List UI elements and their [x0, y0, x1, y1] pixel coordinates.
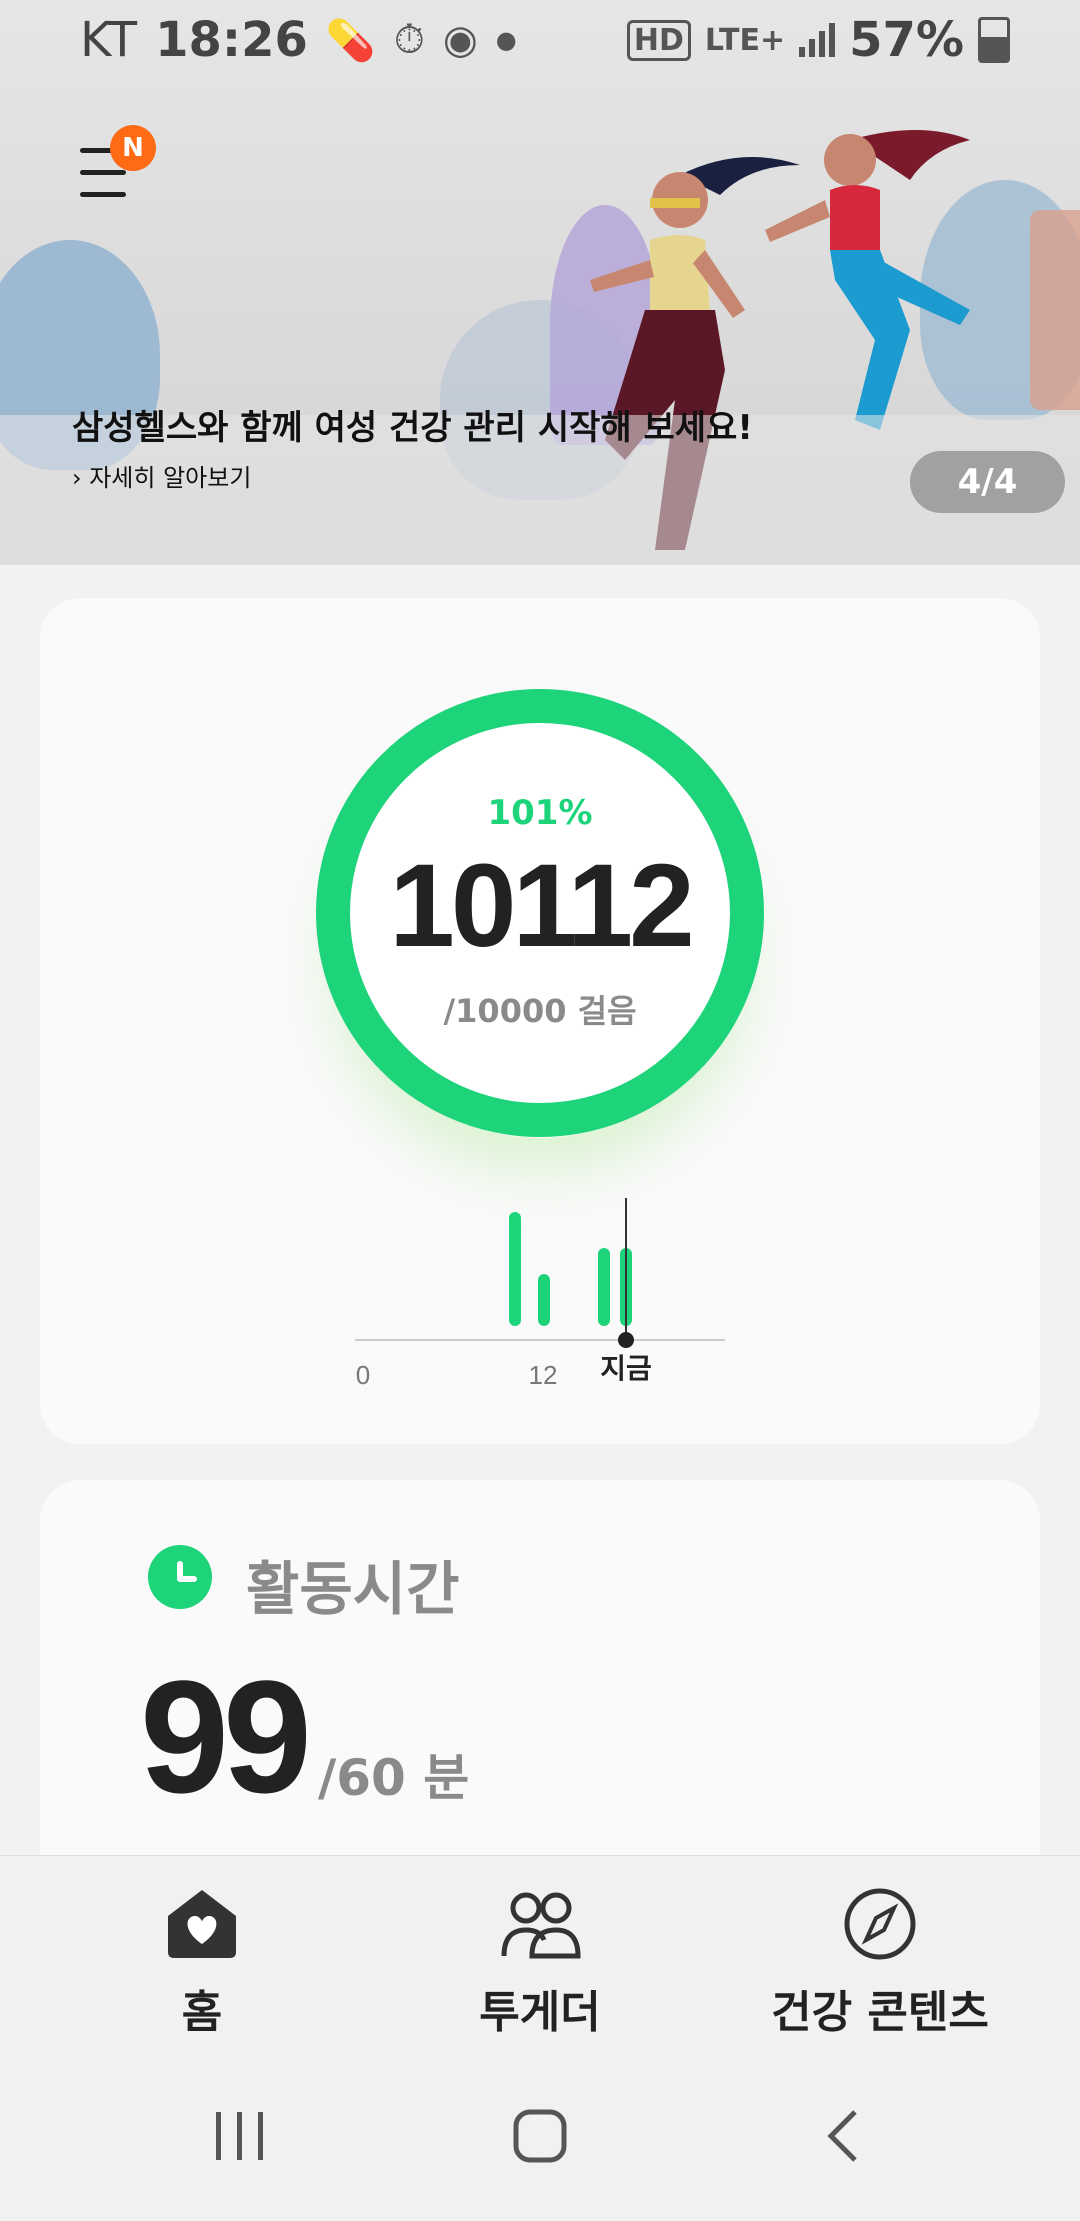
music-app-icon: ◉	[442, 17, 478, 63]
pill-icon: 💊	[325, 17, 376, 64]
recent-apps-icon[interactable]	[210, 2106, 270, 2166]
banner-title: 삼성헬스와 함께 여성 건강 관리 시작해 보세요!	[72, 408, 753, 448]
clock-icon	[148, 1545, 212, 1609]
carrier-label: KT	[80, 12, 138, 68]
status-bar: KT 18:26 💊 ⏱ ◉ ● HD LTE+ 57%	[0, 0, 1080, 80]
compass-icon	[844, 1888, 916, 1960]
hd-voice-icon: HD	[626, 19, 691, 61]
active-time-goal: /60 분	[318, 1749, 470, 1807]
network-type: LTE+	[704, 22, 786, 58]
now-marker-dot	[618, 1332, 634, 1348]
steps-count: 10112	[389, 840, 695, 972]
chart-bar	[509, 1212, 521, 1326]
home-heart-icon	[168, 1890, 236, 1958]
plant-illustration	[1030, 210, 1080, 410]
active-time-value: 99	[140, 1647, 312, 1826]
nav-home[interactable]: 홈	[102, 1886, 302, 2040]
nav-home-label: 홈	[181, 1987, 223, 2038]
battery-icon	[978, 17, 1010, 63]
hourly-steps-chart: 0 12 지금	[355, 1198, 725, 1398]
chart-bar	[538, 1274, 550, 1326]
nav-together[interactable]: 투게더	[440, 1886, 640, 2040]
battery-percent: 57%	[849, 12, 964, 68]
clock: 18:26	[155, 12, 308, 68]
promo-banner[interactable]: N 삼성헬스와 함께 여성 건강 관리 시작해 보세요! › 자세히 알아보기 …	[0, 0, 1080, 565]
home-button-icon[interactable]	[510, 2106, 570, 2166]
steps-progress-ring: 101% 10112 /10000 걸음	[315, 688, 765, 1138]
active-time-title: 활동시간	[246, 1555, 460, 1623]
steps-goal: /10000 걸음	[443, 992, 637, 1030]
bottom-navigation: 홈 투게더 건강 콘텐츠	[0, 1855, 1080, 2221]
steps-percent: 101%	[487, 793, 593, 833]
chart-label-mid: 12	[529, 1360, 558, 1390]
system-navigation-bar	[0, 2081, 1080, 2221]
people-icon	[501, 1892, 581, 1959]
back-icon[interactable]	[815, 2106, 875, 2166]
banner-page-indicator: 4/4	[910, 451, 1065, 513]
nav-together-label: 투게더	[479, 1987, 601, 2038]
alarm-icon: ⏱	[393, 17, 425, 63]
dot-icon: ●	[495, 26, 517, 54]
chart-label-now: 지금	[600, 1352, 652, 1385]
learn-more-link[interactable]: › 자세히 알아보기	[72, 458, 251, 493]
nav-health-content-label: 건강 콘텐츠	[771, 1987, 989, 2038]
notification-badge: N	[110, 125, 156, 171]
chart-bar	[598, 1248, 610, 1326]
nav-health-content[interactable]: 건강 콘텐츠	[740, 1886, 1020, 2040]
chart-label-start: 0	[356, 1360, 370, 1390]
steps-card[interactable]: 101% 10112 /10000 걸음 0 12 지금	[40, 598, 1040, 1444]
signal-icon	[799, 23, 836, 57]
